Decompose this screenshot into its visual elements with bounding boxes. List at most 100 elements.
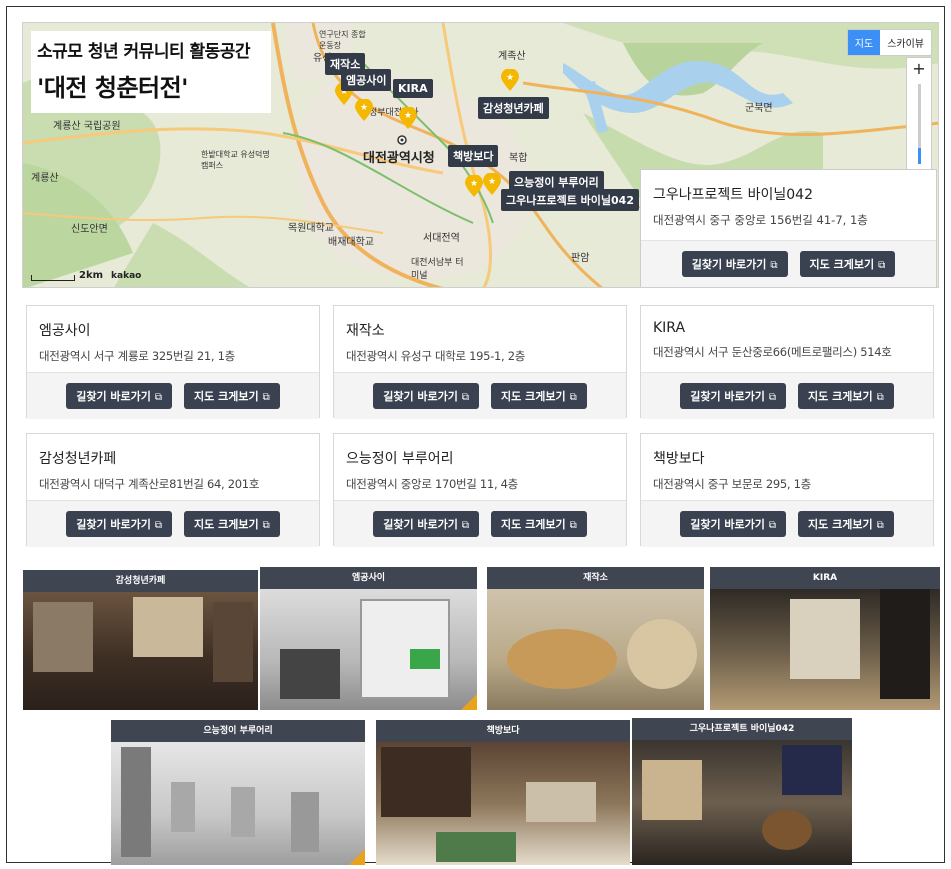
map-button[interactable]: 지도 크게보기 ⧉ <box>184 383 280 409</box>
scale-label: 2km <box>79 270 104 281</box>
place-label: 계족산 <box>498 51 526 62</box>
button-label: 지도 크게보기 <box>501 390 566 403</box>
place-label: 연구단지 종합운동장 <box>319 30 366 50</box>
svg-text:★: ★ <box>470 179 478 189</box>
route-button[interactable]: 길찾기 바로가기 ⧉ <box>66 511 173 537</box>
kakao-map[interactable]: 소규모 청년 커뮤니티 활동공간 '대전 청춘터전' 계룡산 국립공원 계룡산 … <box>22 22 939 288</box>
marker-label-vinyl042[interactable]: 그우나프로젝트 바이닐042 <box>501 189 639 211</box>
photo-vinyl042: 그우나프로젝트 바이닐042 <box>632 718 852 865</box>
place-label: 계룡산 국립공원 <box>53 121 121 132</box>
card-place-name: 엠공사이 <box>39 323 91 339</box>
place-label: 한밭대학교 유성덕명캠퍼스 <box>201 150 270 170</box>
card-place-address: 대전광역시 대덕구 계족산로81번길 64, 201호 <box>39 477 260 491</box>
card-place-address: 대전광역시 서구 계룡로 325번길 21, 1층 <box>39 349 235 363</box>
map-type-skyview-button[interactable]: 스카이뷰 <box>880 30 931 55</box>
route-button[interactable]: 길찾기 바로가기 ⧉ <box>373 383 480 409</box>
popup-place-name: 그우나프로젝트 바이닐042 <box>653 187 813 203</box>
photo-caption: 재작소 <box>487 567 704 589</box>
map-type-toggle: 지도 스카이뷰 <box>846 29 932 56</box>
external-link-icon: ⧉ <box>878 260 886 271</box>
map-button[interactable]: 지도 크게보기 ⧉ <box>491 511 587 537</box>
external-link-icon: ⧉ <box>154 392 163 403</box>
route-button[interactable]: 길찾기 바로가기 ⧉ <box>680 383 787 409</box>
svg-text:★: ★ <box>404 111 412 121</box>
zoom-slider-fill <box>917 148 921 164</box>
external-link-icon: ⧉ <box>461 520 470 531</box>
zoom-slider[interactable] <box>917 84 921 164</box>
place-label: 서대전역 <box>423 233 460 244</box>
place-card-gamseong-cafe: 감성청년카페대전광역시 대덕구 계족산로81번길 64, 201호 길찾기 바로… <box>26 433 320 547</box>
star-marker-icon[interactable]: ★ <box>399 107 417 129</box>
map-info-popup: 그우나프로젝트 바이닐042 대전광역시 중구 중앙로 156번길 41-7, … <box>640 169 937 287</box>
map-button[interactable]: 지도 크게보기 ⧉ <box>491 383 587 409</box>
button-label: 지도 크게보기 <box>194 518 259 531</box>
photo-image <box>111 742 365 865</box>
photo-image <box>376 742 630 865</box>
external-link-icon: ⧉ <box>768 392 777 403</box>
photo-image <box>260 589 477 710</box>
photo-corner-decoration <box>349 849 365 865</box>
route-button[interactable]: 길찾기 바로가기 ⧉ <box>66 383 173 409</box>
photo-euneungjeong-brewery: 으능정이 부루어리 <box>111 720 365 865</box>
external-link-icon: ⧉ <box>569 520 577 531</box>
marker-label-emgongsai[interactable]: 엠공사이 <box>341 69 392 91</box>
button-label: 지도 크게보기 <box>808 390 873 403</box>
photo-gamseong-cafe: 감성청년카페 <box>23 570 258 710</box>
route-button[interactable]: 길찾기 바로가기 ⧉ <box>680 511 787 537</box>
popup-map-button[interactable]: 지도 크게보기 ⧉ <box>799 251 896 277</box>
zoom-control: + <box>906 57 932 177</box>
card-place-address: 대전광역시 유성구 대학로 195-1, 2층 <box>346 349 526 363</box>
card-place-address: 대전광역시 중앙로 170번길 11, 4층 <box>346 477 518 491</box>
photo-emgongsai: 엠공사이 <box>260 567 477 710</box>
marker-label-gamseong-cafe[interactable]: 감성청년카페 <box>478 97 549 119</box>
map-title-line1: 소규모 청년 커뮤니티 활동공간 <box>37 42 251 62</box>
external-link-icon: ⧉ <box>768 520 777 531</box>
photo-caption: KIRA <box>710 567 940 589</box>
map-scale: 2km kakao <box>31 270 141 281</box>
place-label: 대전서남부 터미널 <box>411 258 464 281</box>
place-label: 배재대학교 <box>328 237 374 248</box>
star-marker-icon[interactable]: ★ <box>355 99 373 121</box>
zoom-in-button[interactable]: + <box>912 58 925 80</box>
star-marker-icon[interactable]: ★ <box>501 69 519 91</box>
map-title-box: 소규모 청년 커뮤니티 활동공간 '대전 청춘터전' <box>31 31 271 113</box>
place-card-jaejakso: 재작소대전광역시 유성구 대학로 195-1, 2층 길찾기 바로가기 ⧉ 지도 … <box>333 305 627 419</box>
button-label: 지도 크게보기 <box>194 390 259 403</box>
button-label: 길찾기 바로가기 <box>690 390 765 403</box>
place-card-kira: KIRA 대전광역시 서구 둔산중로66(메트로팰리스) 514호 길찾기 바로가… <box>640 305 934 419</box>
card-place-address: 대전광역시 중구 보문로 295, 1층 <box>653 477 811 491</box>
place-label: 목원대학교 <box>288 223 334 234</box>
photo-caption: 감성청년카페 <box>23 570 258 592</box>
svg-text:★: ★ <box>360 103 368 113</box>
popup-route-button[interactable]: 길찾기 바로가기 ⧉ <box>681 251 788 277</box>
map-button[interactable]: 지도 크게보기 ⧉ <box>798 383 894 409</box>
marker-label-kira[interactable]: KIRA <box>393 79 433 98</box>
route-button[interactable]: 길찾기 바로가기 ⧉ <box>373 511 480 537</box>
photo-image <box>487 589 704 710</box>
external-link-icon: ⧉ <box>770 260 778 271</box>
photo-caption: 엠공사이 <box>260 567 477 589</box>
photo-image <box>710 589 940 710</box>
card-place-name: 감성청년카페 <box>39 451 117 467</box>
button-label: 길찾기 바로가기 <box>76 390 151 403</box>
marker-label-chaekbangboda[interactable]: 책방보다 <box>448 145 499 167</box>
card-place-name: 으능정이 부루어리 <box>346 451 454 467</box>
place-label: 복합 <box>509 153 528 164</box>
external-link-icon: ⧉ <box>461 392 470 403</box>
map-type-map-button[interactable]: 지도 <box>847 30 881 55</box>
map-button[interactable]: 지도 크게보기 ⧉ <box>184 511 280 537</box>
place-label: 신도안면 <box>71 224 108 235</box>
star-marker-icon[interactable]: ★ <box>483 173 501 195</box>
button-label: 길찾기 바로가기 <box>76 518 151 531</box>
card-place-name: 재작소 <box>346 323 385 339</box>
map-button[interactable]: 지도 크게보기 ⧉ <box>798 511 894 537</box>
card-place-name: KIRA <box>653 320 686 336</box>
photo-image <box>23 592 258 710</box>
star-marker-icon[interactable]: ★ <box>465 175 483 197</box>
external-link-icon: ⧉ <box>569 392 577 403</box>
place-card-euneungjeong-brewery: 으능정이 부루어리대전광역시 중앙로 170번길 11, 4층 길찾기 바로가기… <box>333 433 627 547</box>
scale-bar <box>31 275 75 281</box>
external-link-icon: ⧉ <box>262 520 270 531</box>
place-label: 계룡산 <box>31 173 59 184</box>
button-label: 지도 크게보기 <box>808 518 873 531</box>
